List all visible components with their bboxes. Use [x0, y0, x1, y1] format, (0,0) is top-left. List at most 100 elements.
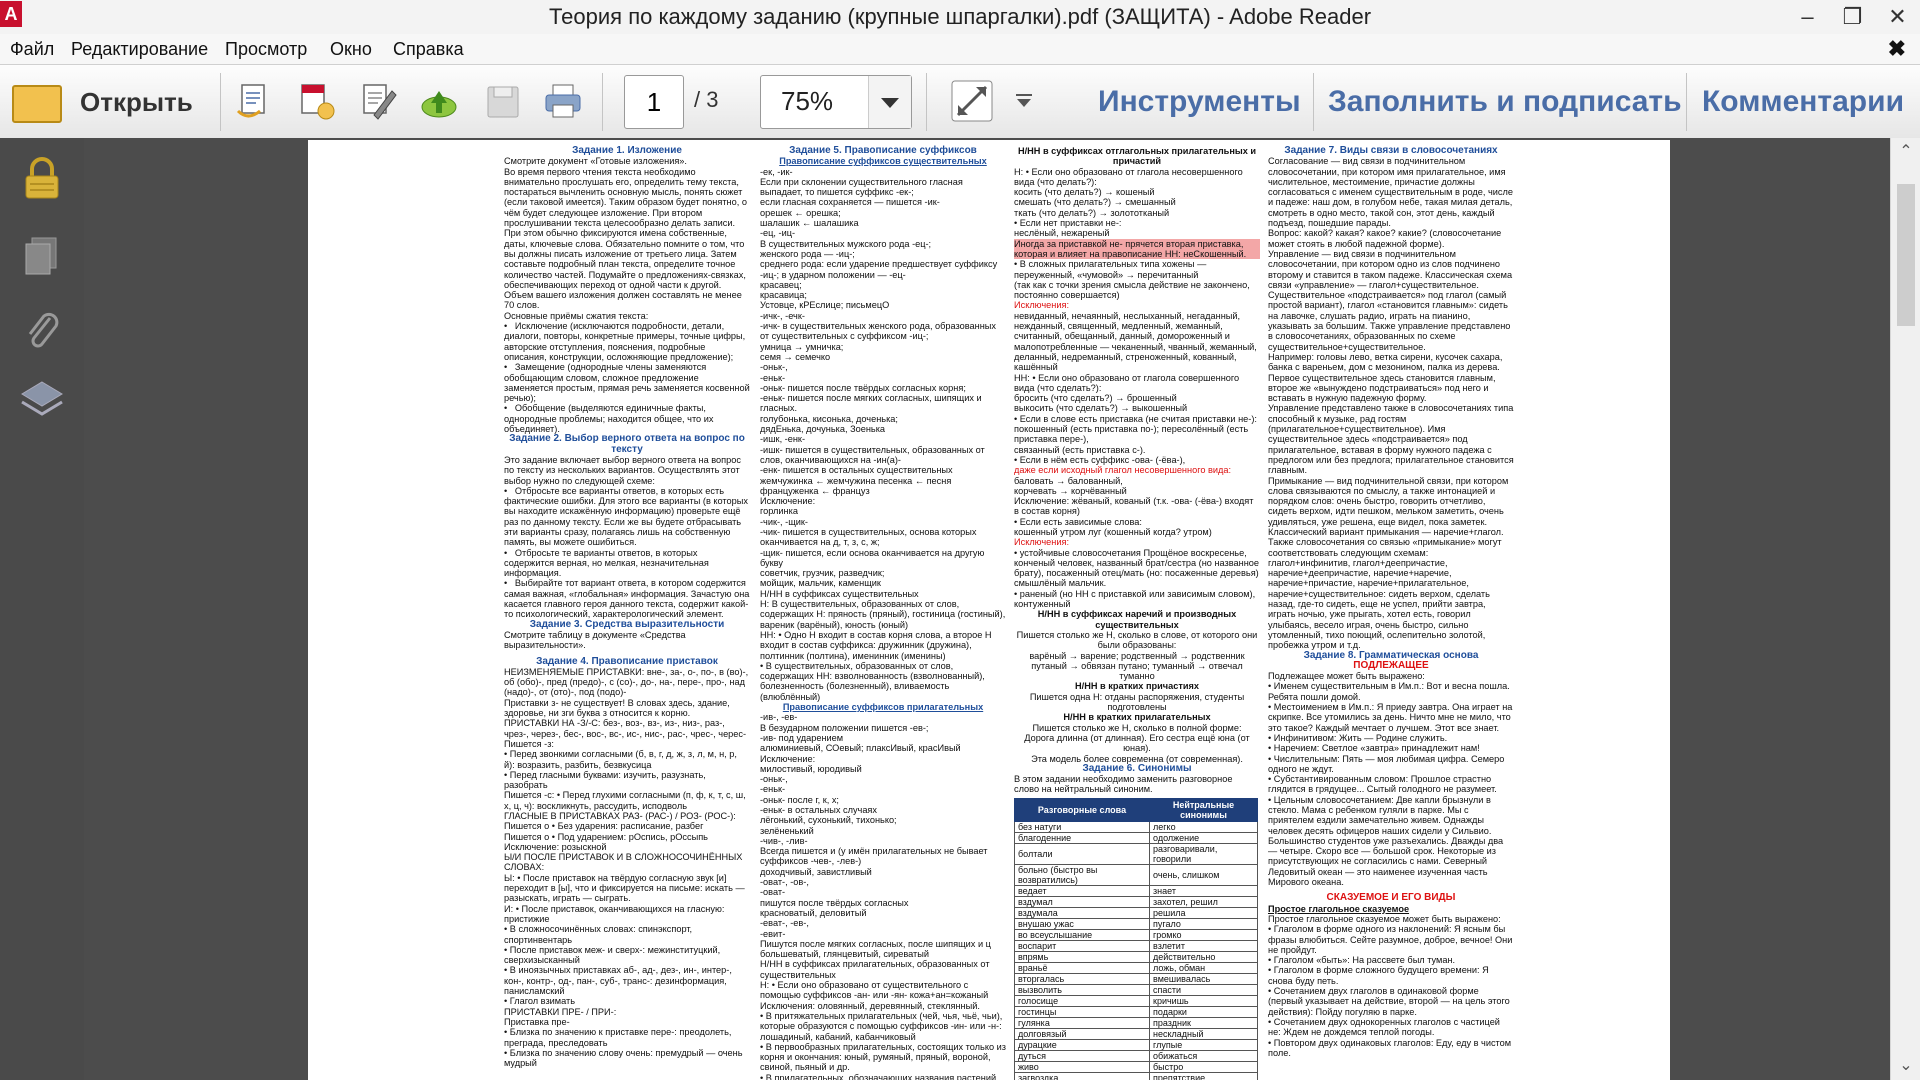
section-heading: Задание 7. Виды связи в словосочетаниях [1284, 145, 1498, 156]
chevron-down-icon[interactable] [868, 76, 911, 128]
section-heading: Задание 4. Правописание приставок [536, 655, 718, 667]
section-text: Это задание включает выбор верного ответ… [504, 454, 750, 620]
scroll-down-icon[interactable]: ⌄ [1891, 1052, 1920, 1080]
table-row: болтали разговаривали, говорили [1013, 843, 1258, 866]
menu-view[interactable]: Просмотр [225, 39, 307, 60]
table-cell: легко [1149, 821, 1258, 834]
table-cell: знает [1149, 885, 1258, 898]
table-cell: разговаривали, говорили [1149, 843, 1258, 866]
highlighted-text: Иногда за приставкой не- прячется вторая… [1014, 238, 1260, 260]
open-button[interactable]: Открыть [8, 75, 202, 127]
page-number-input[interactable]: 1 [624, 75, 684, 129]
section-heading: Задание 1. Изложение [572, 145, 682, 156]
section-heading: СКАЗУЕМОЕ И ЕГО ВИДЫ [1326, 892, 1456, 904]
vertical-scrollbar[interactable]: ⌃ ⌄ [1890, 138, 1920, 1080]
table-cell: пугало [1149, 918, 1258, 931]
zoom-value: 75% [781, 86, 834, 116]
section-subheading: ПОДЛЕЖАЩЕЕ [1353, 659, 1429, 671]
navigation-pane [0, 138, 85, 1080]
window-controls: – ❐ ✕ [1785, 0, 1920, 34]
minimize-button[interactable]: – [1785, 0, 1830, 34]
table-cell: вздумала [1013, 907, 1151, 920]
table-cell: болтали [1013, 843, 1151, 866]
upload-cloud-icon[interactable] [420, 81, 458, 121]
lock-icon[interactable] [20, 156, 64, 200]
section-heading: Задание 2. Выбор верного ответа на вопро… [509, 433, 748, 455]
table-cell: дурацкие [1013, 1039, 1151, 1052]
print-icon[interactable] [544, 81, 582, 121]
export-pdf-icon[interactable] [298, 81, 336, 121]
pdf-page: Задание 1. Изложение Смотрите документ «… [308, 140, 1670, 1080]
table-cell: нескладный [1149, 1028, 1258, 1041]
tools-pane-button[interactable]: Инструменты [1098, 85, 1301, 119]
menu-window[interactable]: Окно [330, 39, 372, 60]
table-row: воспарит взлетит [1013, 940, 1258, 953]
fill-sign-pane-button[interactable]: Заполнить и подписать [1328, 85, 1682, 119]
close-document-icon[interactable]: ✖ [1888, 36, 1906, 62]
fullscreen-icon[interactable] [950, 79, 994, 123]
scroll-up-icon[interactable]: ⌃ [1891, 138, 1920, 166]
edit-pdf-icon[interactable] [360, 81, 398, 121]
table-row: без натуги легко [1013, 821, 1258, 834]
table-header-row: Разговорные слова Нейтральные синонимы [1013, 797, 1258, 823]
section-text: • В сложных прилагательных типа хожены —… [1014, 259, 1250, 301]
window-title: Теория по каждому заданию (крупные шпарг… [548, 4, 1372, 29]
scrollbar-thumb[interactable] [1897, 184, 1915, 326]
page-column-4: Задание 7. Виды связи в словосочетаниях … [1268, 145, 1514, 1058]
toolbar-separator [602, 73, 603, 131]
table-cell: спасти [1149, 984, 1258, 997]
synonyms-table-body: без натуги легко благоденние одолжение болта… [1013, 821, 1258, 1080]
table-cell: кричишь [1149, 995, 1258, 1008]
table-row: ведает знает [1013, 885, 1258, 898]
table-cell: вмешивалась [1149, 973, 1258, 986]
table-row: вздумала решила [1013, 907, 1258, 920]
table-cell: быстро [1149, 1061, 1258, 1074]
table-row: благоденние одолжение [1013, 832, 1258, 845]
section-text: Смотрите документ «Готовые изложения». В… [504, 156, 750, 435]
toolbar-separator [926, 73, 927, 131]
table-cell: глупые [1149, 1039, 1258, 1052]
table-cell: захотел, решил [1149, 896, 1258, 909]
maximize-button[interactable]: ❐ [1830, 0, 1875, 34]
exception-label: Исключения: [1014, 537, 1069, 548]
table-cell: благоденние [1013, 832, 1151, 845]
save-icon[interactable] [484, 81, 522, 121]
table-cell: воспарит [1013, 940, 1151, 953]
table-row: живо быстро [1013, 1061, 1258, 1074]
table-cell: препятствие [1149, 1072, 1258, 1080]
close-button[interactable]: ✕ [1875, 0, 1920, 34]
menu-file[interactable]: Файл [10, 39, 54, 60]
table-cell: действительно [1149, 951, 1258, 964]
table-row: голосище кричишь [1013, 995, 1258, 1008]
section-text: Пишется столько же Н, сколько в полной ф… [1024, 722, 1250, 764]
section-text: Согласование — вид связи в подчинительно… [1268, 156, 1514, 651]
create-pdf-icon[interactable] [236, 81, 274, 121]
table-cell: гостинцы [1013, 1006, 1151, 1019]
pages-thumbnails-icon[interactable] [20, 234, 64, 278]
table-cell: решила [1149, 907, 1258, 920]
customize-toolbar-icon[interactable] [1012, 89, 1036, 113]
section-subheading: Правописание суффиксов существительных [779, 156, 987, 167]
table-cell: очень, слишком [1149, 864, 1258, 887]
page-column-2: Задание 5. Правописание суффиксов Правоп… [760, 145, 1006, 1080]
section-heading: Н/НН в суффиксах наречий и производных с… [1037, 609, 1239, 630]
table-cell: ведает [1013, 885, 1151, 898]
section-text: В этом задании необходимо заменить разго… [1014, 774, 1235, 795]
menu-help[interactable]: Справка [393, 39, 464, 60]
table-row: втоpгалась вмешивалась [1013, 973, 1258, 986]
zoom-select[interactable]: 75% [760, 75, 912, 129]
comments-pane-button[interactable]: Комментарии [1702, 85, 1904, 119]
section-text: -ив-, -ев- В безударном положении пишетс… [760, 712, 1006, 1080]
synonyms-table: Разговорные слова Нейтральные синонимы б… [1013, 797, 1258, 1080]
menu-edit[interactable]: Редактирование [71, 39, 208, 60]
section-text: Смотрите таблицу в документе «Средства в… [504, 629, 689, 651]
attachments-icon[interactable] [20, 308, 64, 352]
table-row: гулянка праздник [1013, 1017, 1258, 1030]
section-text: Н: • Если оно образовано от глагола несо… [1014, 166, 1243, 239]
table-cell: дуться [1013, 1050, 1151, 1063]
section-subheading: Простое глагольное сказуемое [1268, 903, 1410, 914]
table-row: загвоздка препятствие [1013, 1072, 1258, 1080]
layers-icon[interactable] [20, 378, 64, 422]
section-text: невиданный, нечаянный, неслыханный, нега… [1014, 310, 1257, 465]
section-heading: Н/НН в кратких причастиях [1075, 681, 1199, 692]
